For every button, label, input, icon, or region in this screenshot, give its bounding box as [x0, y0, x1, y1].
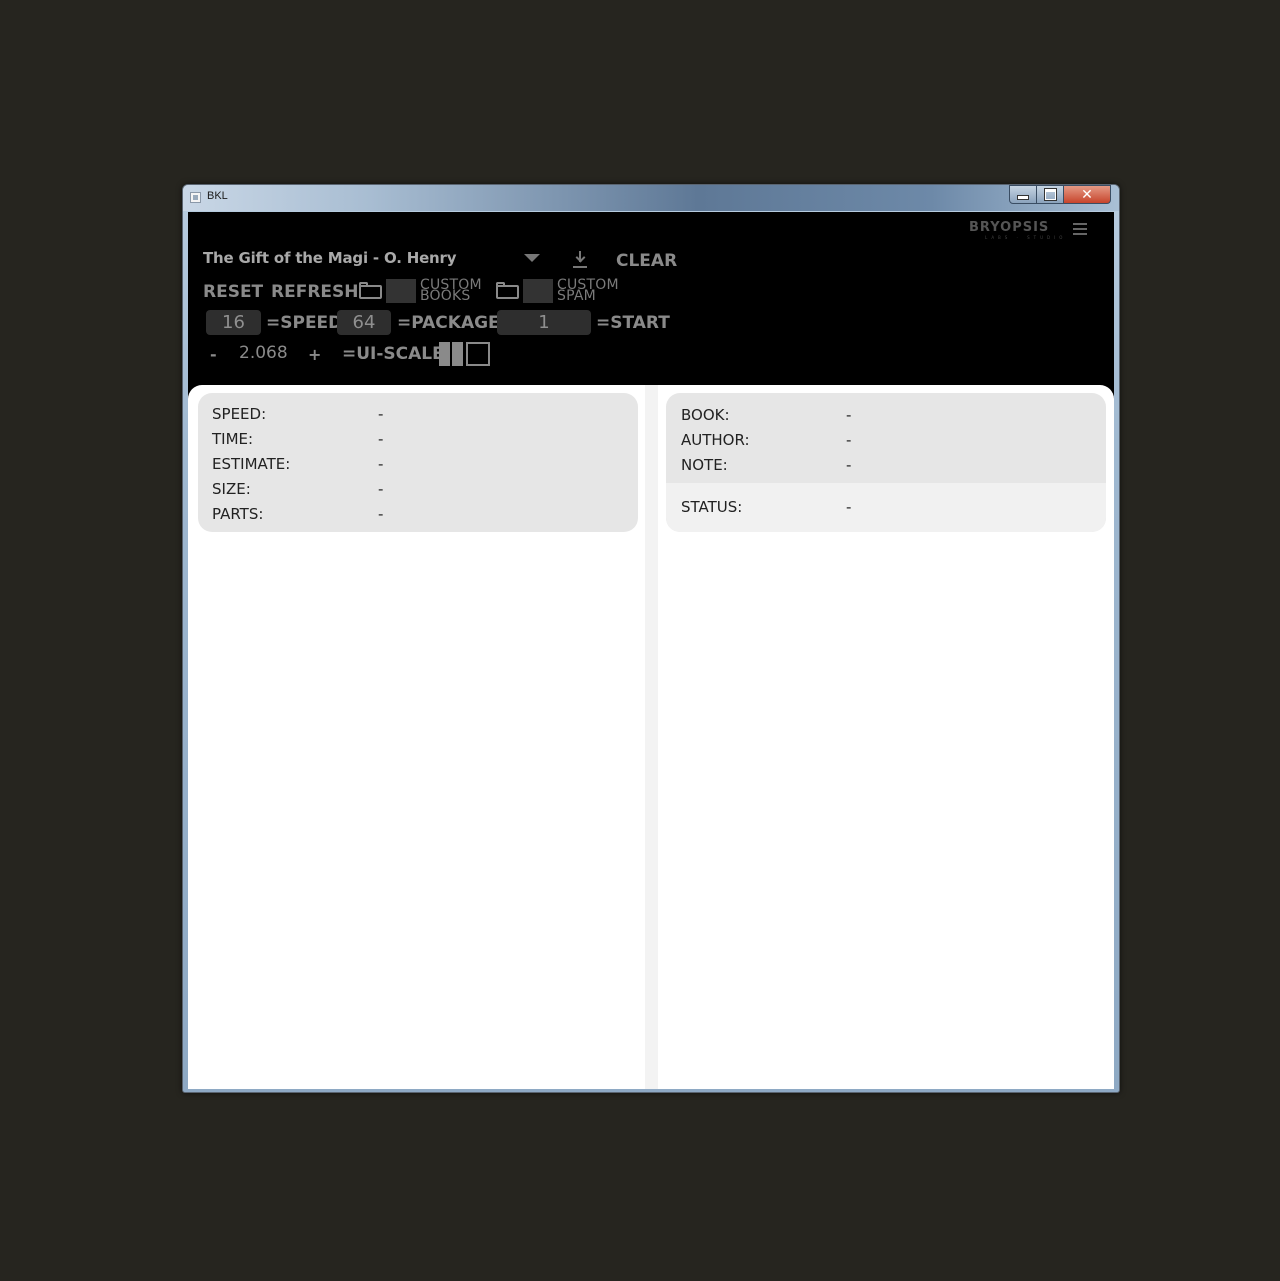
brand-tagline: LABS · STUDIO: [985, 235, 1067, 240]
window-title: BKL: [207, 190, 228, 202]
refresh-button[interactable]: REFRESH: [271, 282, 359, 302]
client-area: BRYOPSIS LABS · STUDIO The Gift of the M…: [188, 212, 1114, 1089]
stats-label: SPEED:: [212, 405, 267, 423]
brand-logo: BRYOPSIS: [969, 220, 1050, 235]
scale-decrease-button[interactable]: -: [210, 345, 217, 364]
stats-value: -: [378, 430, 384, 448]
status-label: STATUS:: [681, 498, 743, 516]
close-icon: ✕: [1081, 186, 1093, 203]
folder-icon-spam[interactable]: [496, 282, 519, 299]
book-select-value[interactable]: The Gift of the Magi - O. Henry: [203, 249, 457, 267]
app-window: BKL ✕ BRYOPSIS LABS · STUDIO The Gift of…: [182, 184, 1120, 1093]
folder-icon-books[interactable]: [359, 282, 382, 299]
info-value: -: [846, 406, 852, 424]
scale-increase-button[interactable]: +: [308, 345, 321, 364]
window-controls: ✕: [1009, 185, 1111, 204]
minimize-icon: [1017, 195, 1029, 200]
info-value: -: [846, 456, 852, 474]
stats-value: -: [378, 455, 384, 473]
maximize-button[interactable]: [1037, 185, 1064, 204]
ui-scale-label: =UI-SCALE: [342, 344, 444, 364]
package-label: =PACKAGE: [397, 313, 500, 333]
info-label: NOTE:: [681, 456, 728, 474]
book-info-card: BOOK: - AUTHOR: - NOTE: - STATUS: -: [666, 393, 1106, 532]
maximize-icon: [1044, 189, 1056, 200]
main-content: SPEED: - TIME: - ESTIMATE: - SIZE: - PAR…: [188, 385, 1114, 1089]
ui-scale-value: 2.068: [239, 343, 288, 363]
column-divider[interactable]: [645, 385, 658, 1089]
reset-button[interactable]: RESET: [203, 282, 263, 302]
minimize-button[interactable]: [1009, 185, 1037, 204]
stats-value: -: [378, 480, 384, 498]
stats-value: -: [378, 505, 384, 523]
app-icon: [190, 192, 201, 203]
close-button[interactable]: ✕: [1064, 185, 1111, 204]
stats-card: SPEED: - TIME: - ESTIMATE: - SIZE: - PAR…: [198, 393, 638, 532]
info-label: BOOK:: [681, 406, 730, 424]
info-value: -: [846, 431, 852, 449]
layout-toggle-icon[interactable]: [439, 342, 491, 366]
clear-button[interactable]: CLEAR: [616, 251, 677, 271]
speed-input[interactable]: 16: [206, 310, 261, 335]
stats-label: TIME:: [212, 430, 254, 448]
custom-spam-label: CUSTOM SPAM: [557, 277, 619, 304]
start-label: =START: [596, 313, 670, 333]
stats-label: PARTS:: [212, 505, 264, 523]
status-card: STATUS: -: [666, 483, 1106, 532]
control-panel: BRYOPSIS LABS · STUDIO The Gift of the M…: [188, 212, 1114, 385]
title-bar[interactable]: BKL ✕: [183, 185, 1119, 211]
download-icon[interactable]: [573, 251, 587, 269]
stats-label: SIZE:: [212, 480, 251, 498]
stats-label: ESTIMATE:: [212, 455, 291, 473]
chevron-down-icon[interactable]: [524, 254, 540, 262]
custom-spam-swatch[interactable]: [523, 279, 553, 303]
start-input[interactable]: 1: [497, 310, 591, 335]
package-input[interactable]: 64: [337, 310, 391, 335]
speed-label: =SPEED: [266, 313, 343, 333]
custom-books-swatch[interactable]: [386, 279, 416, 303]
stats-value: -: [378, 405, 384, 423]
status-value: -: [846, 498, 852, 516]
hamburger-menu-icon[interactable]: [1073, 223, 1087, 235]
custom-books-label: CUSTOM BOOKS: [420, 277, 482, 304]
info-label: AUTHOR:: [681, 431, 750, 449]
